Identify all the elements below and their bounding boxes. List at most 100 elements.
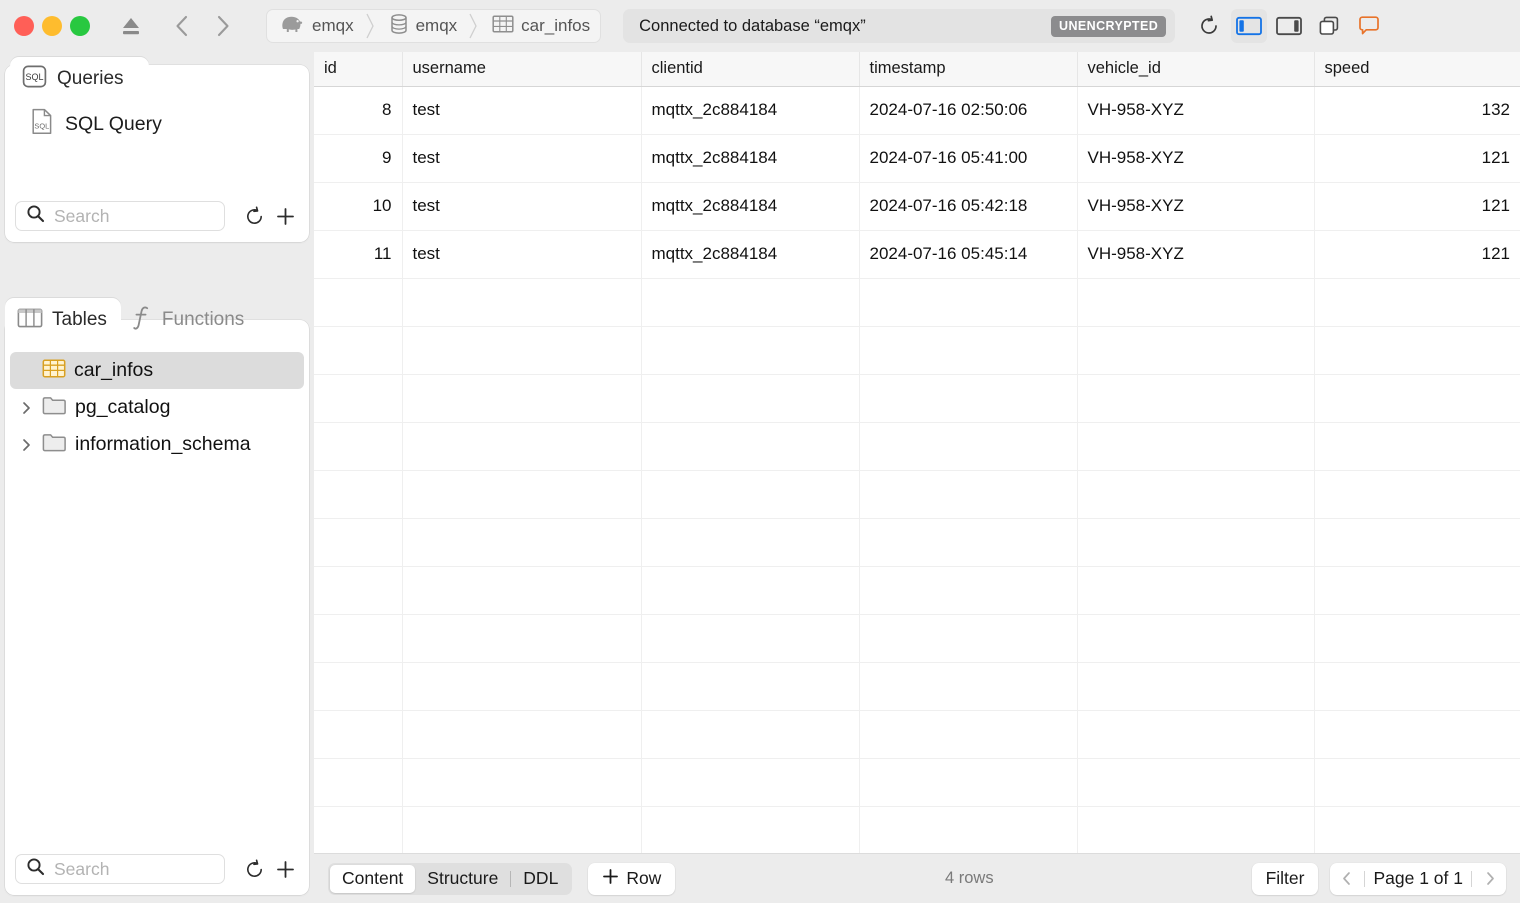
plus-icon[interactable] [270, 854, 301, 884]
breadcrumb-label: emqx [312, 16, 354, 36]
tab-queries[interactable]: SQL Queries [10, 57, 149, 101]
refresh-icon[interactable] [239, 854, 270, 884]
cell-speed[interactable]: 121 [1314, 134, 1520, 182]
cell-username[interactable]: test [402, 134, 641, 182]
empty-cell [859, 662, 1077, 710]
cell-speed[interactable]: 132 [1314, 86, 1520, 134]
table-row[interactable]: 9testmqttx_2c8841842024-07-16 05:41:00VH… [314, 134, 1520, 182]
row-count-label: 4 rows [945, 869, 994, 888]
cell-clientid[interactable]: mqttx_2c884184 [641, 86, 859, 134]
breadcrumb-item-server[interactable]: emqx [267, 9, 364, 43]
empty-cell [1077, 614, 1314, 662]
data-grid-panel: idusernameclientidtimestampvehicle_idspe… [314, 52, 1520, 853]
empty-cell [641, 326, 859, 374]
column-header-id[interactable]: id [314, 52, 402, 86]
cell-username[interactable]: test [402, 182, 641, 230]
add-row-button[interactable]: Row [588, 863, 675, 895]
cell-timestamp[interactable]: 2024-07-16 05:41:00 [859, 134, 1077, 182]
cell-speed[interactable]: 121 [1314, 182, 1520, 230]
tab-ddl[interactable]: DDL [511, 865, 570, 893]
sidebar-item-car-infos[interactable]: car_infos [10, 352, 304, 389]
pager-divider [1364, 871, 1365, 887]
empty-row [314, 374, 1520, 422]
traffic-lights [14, 16, 90, 36]
chevron-right-icon[interactable] [18, 438, 34, 452]
empty-cell [859, 470, 1077, 518]
breadcrumb-item-database[interactable]: emqx [377, 9, 468, 43]
empty-cell [1314, 422, 1520, 470]
left-sidebar-toggle-icon[interactable] [1231, 9, 1267, 43]
column-header-timestamp[interactable]: timestamp [859, 52, 1077, 86]
empty-cell [859, 326, 1077, 374]
previous-page-button[interactable] [1336, 871, 1356, 886]
empty-cell [1077, 662, 1314, 710]
empty-cell [402, 374, 641, 422]
cell-vehicle_id[interactable]: VH-958-XYZ [1077, 182, 1314, 230]
table-row[interactable]: 11testmqttx_2c8841842024-07-16 05:45:14V… [314, 230, 1520, 278]
next-page-button[interactable] [1480, 871, 1500, 886]
cell-vehicle_id[interactable]: VH-958-XYZ [1077, 134, 1314, 182]
chevron-right-icon[interactable] [18, 401, 34, 415]
column-header-clientid[interactable]: clientid [641, 52, 859, 86]
tab-tables[interactable]: Tables [5, 298, 121, 342]
empty-row [314, 710, 1520, 758]
sidebar-item-pg-catalog[interactable]: pg_catalog [10, 389, 304, 426]
tables-search-bar: Search [15, 853, 301, 885]
cell-vehicle_id[interactable]: VH-958-XYZ [1077, 86, 1314, 134]
refresh-icon[interactable] [1191, 9, 1227, 43]
empty-cell [641, 470, 859, 518]
empty-cell [402, 614, 641, 662]
cell-clientid[interactable]: mqttx_2c884184 [641, 182, 859, 230]
cell-timestamp[interactable]: 2024-07-16 05:45:14 [859, 230, 1077, 278]
empty-row [314, 326, 1520, 374]
cell-username[interactable]: test [402, 86, 641, 134]
forward-button[interactable] [212, 13, 234, 39]
empty-cell [314, 758, 402, 806]
plus-icon[interactable] [270, 201, 301, 231]
empty-cell [1077, 470, 1314, 518]
tab-structure[interactable]: Structure [415, 865, 510, 893]
empty-cell [314, 326, 402, 374]
cell-username[interactable]: test [402, 230, 641, 278]
cell-clientid[interactable]: mqttx_2c884184 [641, 134, 859, 182]
cell-speed[interactable]: 121 [1314, 230, 1520, 278]
empty-cell [314, 662, 402, 710]
sidebar-item-information-schema[interactable]: information_schema [10, 426, 304, 463]
refresh-icon[interactable] [239, 201, 270, 231]
column-header-vehicle_id[interactable]: vehicle_id [1077, 52, 1314, 86]
column-header-speed[interactable]: speed [1314, 52, 1520, 86]
filter-button[interactable]: Filter [1252, 863, 1319, 895]
eject-icon[interactable] [116, 11, 146, 41]
right-sidebar-toggle-icon[interactable] [1271, 9, 1307, 43]
duplicate-window-icon[interactable] [1311, 9, 1347, 43]
breadcrumb-item-table[interactable]: car_infos [480, 9, 600, 43]
empty-cell [314, 614, 402, 662]
columns-icon [17, 306, 43, 335]
zoom-button[interactable] [70, 16, 90, 36]
column-header-username[interactable]: username [402, 52, 641, 86]
comment-bubble-icon[interactable] [1351, 9, 1387, 43]
cell-id[interactable]: 10 [314, 182, 402, 230]
cell-vehicle_id[interactable]: VH-958-XYZ [1077, 230, 1314, 278]
back-button[interactable] [170, 13, 192, 39]
close-button[interactable] [14, 16, 34, 36]
tab-functions[interactable]: Functions [121, 298, 258, 342]
empty-row [314, 806, 1520, 854]
cell-id[interactable]: 9 [314, 134, 402, 182]
cell-id[interactable]: 11 [314, 230, 402, 278]
tab-content[interactable]: Content [330, 865, 415, 893]
minimize-button[interactable] [42, 16, 62, 36]
search-input[interactable]: Search [15, 201, 225, 231]
data-grid[interactable]: idusernameclientidtimestampvehicle_idspe… [314, 52, 1520, 903]
search-input[interactable]: Search [15, 854, 225, 884]
cell-clientid[interactable]: mqttx_2c884184 [641, 230, 859, 278]
title-bar: emqx emqx [0, 0, 1520, 52]
empty-cell [1077, 422, 1314, 470]
toolbar-icons [1191, 9, 1387, 43]
cell-id[interactable]: 8 [314, 86, 402, 134]
cell-timestamp[interactable]: 2024-07-16 02:50:06 [859, 86, 1077, 134]
table-row[interactable]: 8testmqttx_2c8841842024-07-16 02:50:06VH… [314, 86, 1520, 134]
list-item[interactable]: SQL SQL Query [5, 103, 309, 145]
table-row[interactable]: 10testmqttx_2c8841842024-07-16 05:42:18V… [314, 182, 1520, 230]
cell-timestamp[interactable]: 2024-07-16 05:42:18 [859, 182, 1077, 230]
